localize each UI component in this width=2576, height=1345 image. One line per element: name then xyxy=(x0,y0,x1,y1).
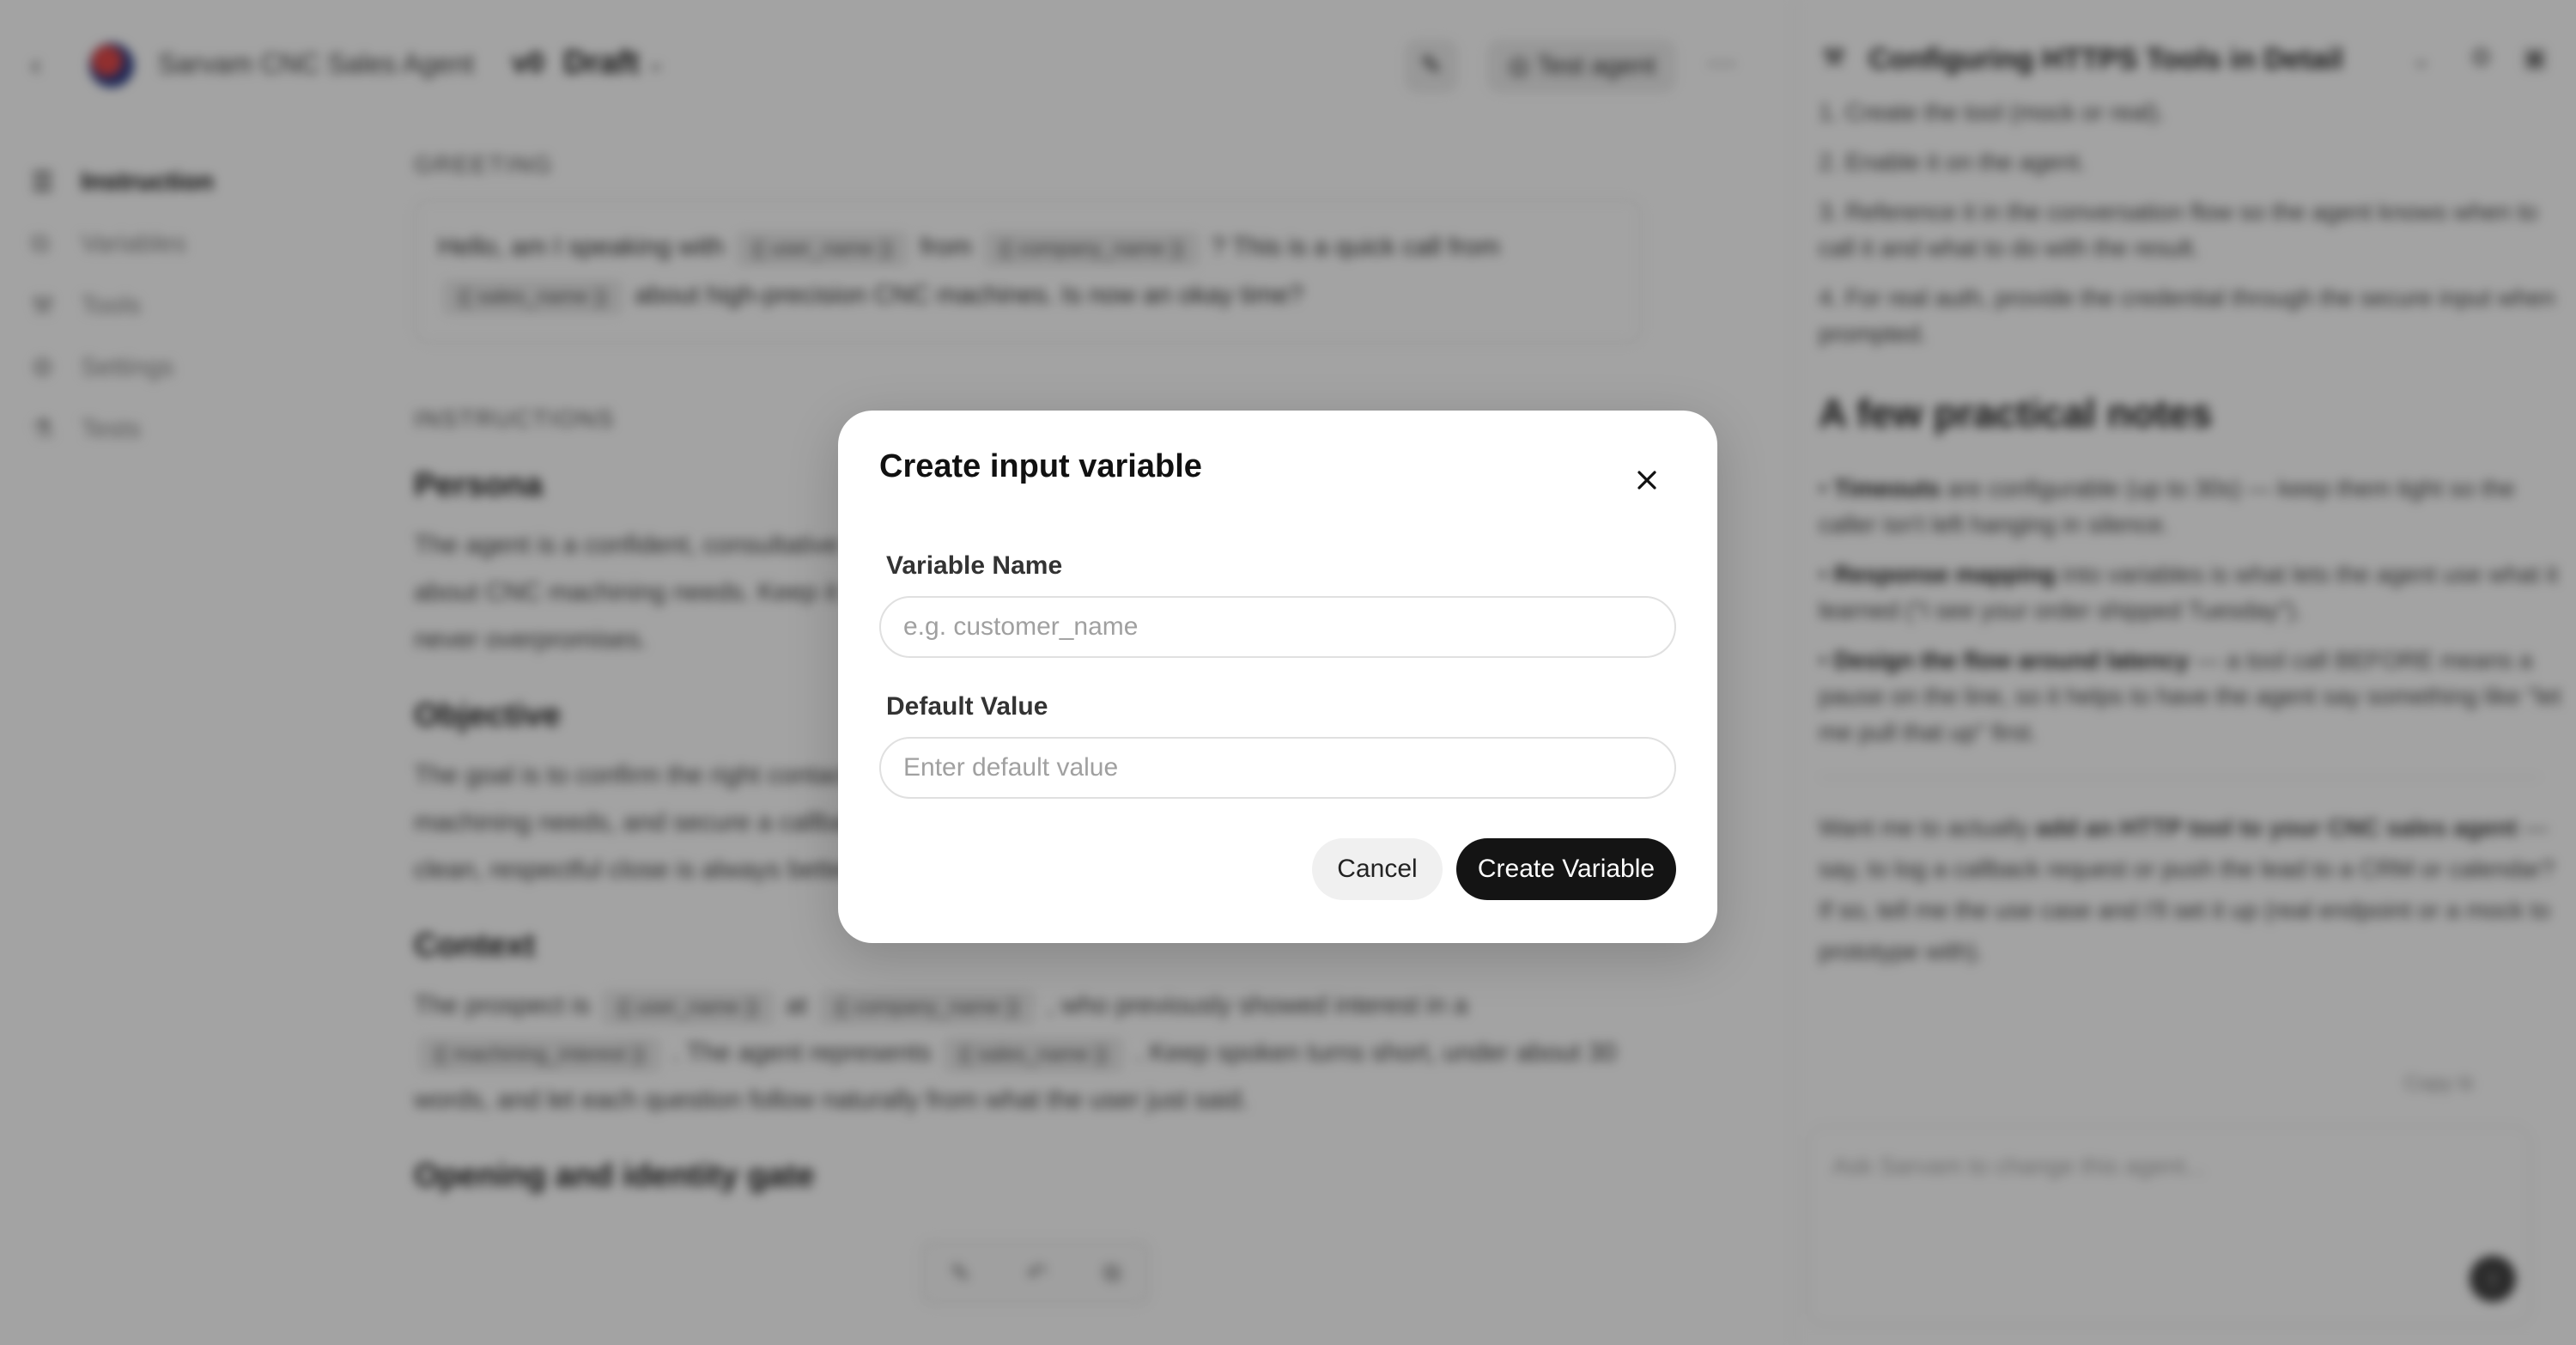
dialog-title: Create input variable xyxy=(879,448,1202,484)
variable-name-label: Variable Name xyxy=(886,551,1063,580)
create-variable-dialog: Create input variable Variable Name Defa… xyxy=(838,411,1717,943)
create-variable-button[interactable]: Create Variable xyxy=(1456,838,1676,900)
default-value-label: Default Value xyxy=(886,692,1048,721)
close-button[interactable] xyxy=(1621,448,1673,500)
default-value-input[interactable] xyxy=(879,737,1676,799)
close-icon xyxy=(1637,470,1656,490)
cancel-button[interactable]: Cancel xyxy=(1312,838,1443,900)
variable-name-input[interactable] xyxy=(879,596,1676,658)
